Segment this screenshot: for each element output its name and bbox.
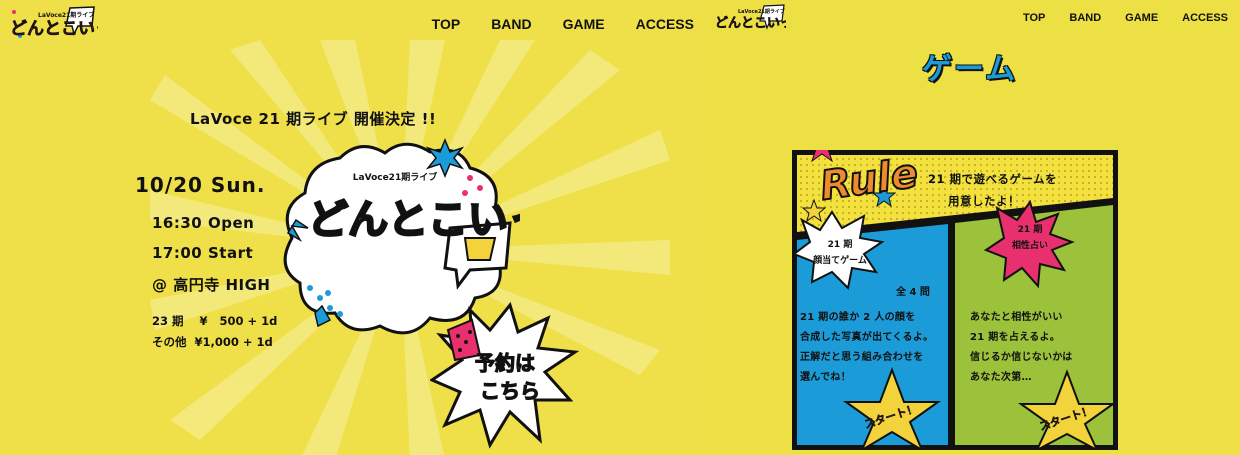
game2-description: あなたと相性がいい 21 期を占えるよ。 信じるか信じないかは あなた次第… <box>970 308 1073 388</box>
open-time: 16:30 Open <box>152 214 255 232</box>
venue: @ 高円寺 HIGH <box>152 276 271 294</box>
price-other: その他 ¥1,000 + 1d <box>152 335 273 349</box>
game1-description: 21 期の誰か 2 人の顔を 合成した写真が出てくるよ。 正解だと思う組み合わせ… <box>800 308 933 388</box>
top-page-panel: どんとこいっ LaVoce21期ライブ TOP BAND GAME ACCESS… <box>0 0 708 455</box>
site-logo[interactable]: どんとこいっ LaVoce21期ライブ <box>8 4 112 42</box>
game1-question-count: 全 4 問 <box>896 287 930 298</box>
nav-game[interactable]: GAME <box>1125 12 1158 24</box>
game-page-panel: どんとこいっ LaVoce21期ライブ TOP BAND GAME ACCESS… <box>708 0 1240 455</box>
game2-desc-line: 21 期を占えるよ。 <box>970 332 1061 343</box>
rule-line-1: 21 期で遊べるゲームを <box>928 172 1058 186</box>
main-nav: TOP BAND GAME ACCESS <box>999 12 1228 24</box>
price-member: 23 期 ¥ 500 + 1d <box>152 314 278 328</box>
logo-main-text: どんとこいっ <box>10 19 98 39</box>
nav-top[interactable]: TOP <box>432 16 461 32</box>
game1-desc-line: 正解だと思う組み合わせを <box>800 352 924 363</box>
logo-sub-text: LaVoce21期ライブ <box>38 11 94 19</box>
event-date: 10/20 Sun. <box>135 173 266 197</box>
art-title: どんとこいっ <box>308 197 520 243</box>
game2-badge-line2: 相性占い <box>1012 239 1048 251</box>
site-logo[interactable]: どんとこいっ LaVoce21期ライブ <box>714 3 793 33</box>
rule-description: 21 期で遊べるゲームを 用意したよ！ <box>928 168 1057 212</box>
game1-badge-line2: 顔当てゲーム <box>812 254 867 266</box>
logo-sub-text: LaVoce21期ライブ <box>738 8 785 15</box>
logo-graphic: どんとこいっ LaVoce21期ライブ <box>715 4 793 31</box>
main-nav: TOP BAND GAME ACCESS <box>401 16 694 32</box>
live-announcement: LaVoce 21 期ライブ 開催決定 !! <box>190 110 437 128</box>
logo-main-text: どんとこいっ <box>715 16 786 31</box>
game2-badge-line1: 21 期 <box>1018 223 1043 235</box>
page-title: ゲーム <box>922 52 1018 87</box>
game2-desc-line: 信じるか信じないかは <box>970 352 1073 363</box>
start-time: 17:00 Start <box>152 244 254 262</box>
game2-desc-line: あなた次第… <box>970 372 1032 383</box>
game1-desc-line: 21 期の誰か 2 人の顔を <box>800 312 916 323</box>
nav-band[interactable]: BAND <box>1069 12 1101 24</box>
nav-band[interactable]: BAND <box>491 16 531 32</box>
nav-access[interactable]: ACCESS <box>636 16 694 32</box>
game1-badge-line1: 21 期 <box>828 238 853 250</box>
art-subtitle: LaVoce21期ライブ <box>353 171 437 183</box>
reserve-burst: 予約は こちら <box>428 301 580 449</box>
nav-access[interactable]: ACCESS <box>1182 12 1228 24</box>
game1-desc-line: 合成した写真が出てくるよ。 <box>800 332 934 343</box>
reserve-label-1: 予約は <box>475 351 535 375</box>
nav-top[interactable]: TOP <box>1023 12 1045 24</box>
nav-game[interactable]: GAME <box>563 16 605 32</box>
game2-desc-line: あなたと相性がいい <box>970 312 1063 323</box>
game1-desc-line: 選んでね！ <box>800 372 851 383</box>
logo-graphic: どんとこいっ LaVoce21期ライブ <box>10 6 112 39</box>
reserve-button[interactable]: 予約は こちら <box>428 300 580 450</box>
rule-line-2: 用意したよ！ <box>948 194 1020 208</box>
reserve-label-2: こちら <box>480 379 540 403</box>
